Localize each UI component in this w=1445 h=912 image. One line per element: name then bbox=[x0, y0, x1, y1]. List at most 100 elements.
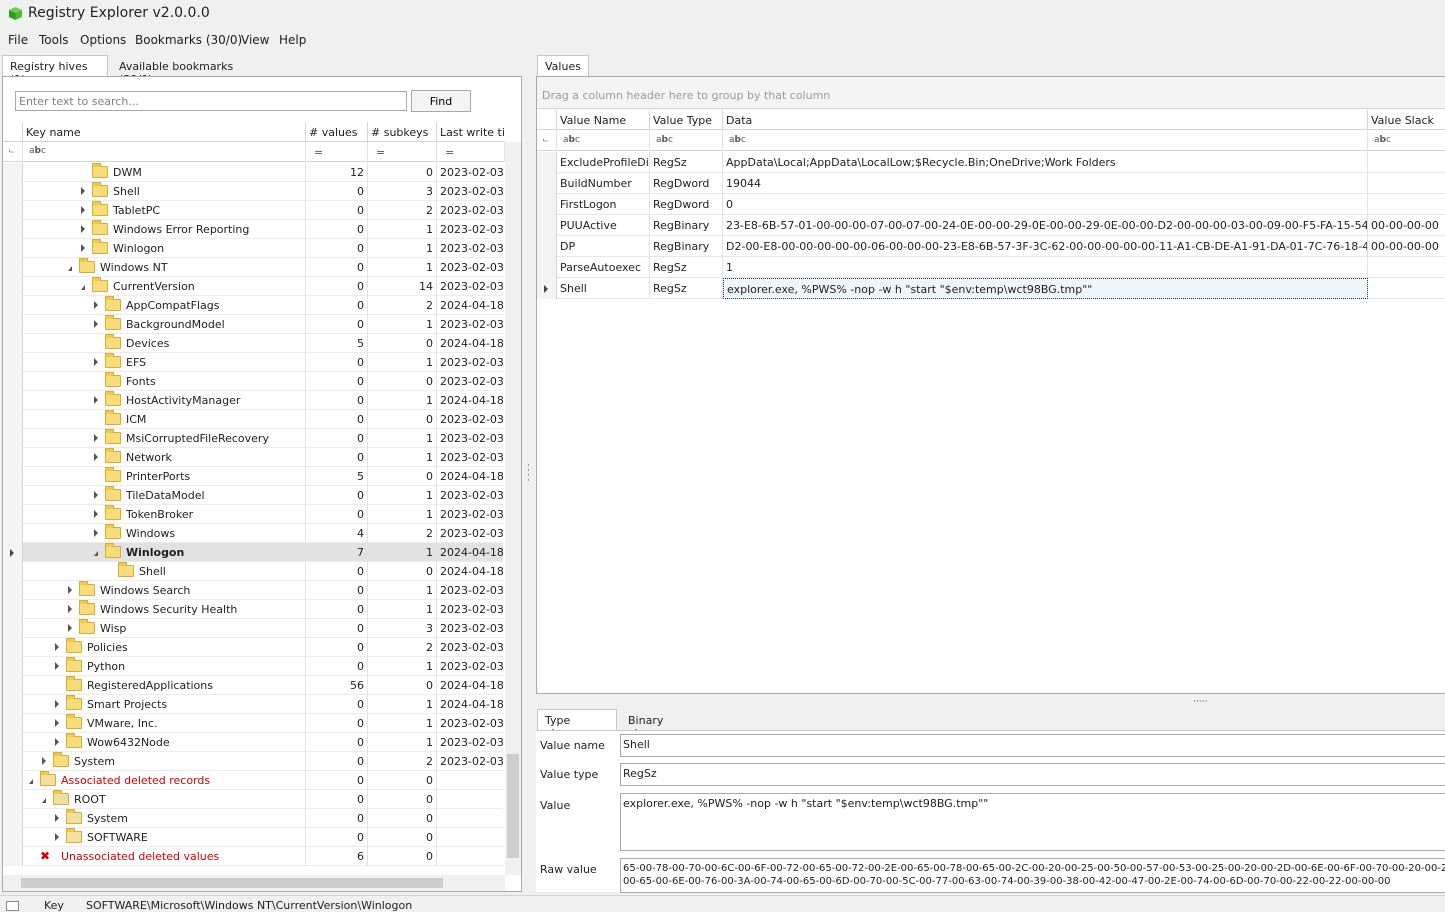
key-name-cell[interactable]: Wow6432Node bbox=[23, 733, 306, 752]
col-subkeys[interactable]: # subkeys bbox=[368, 122, 437, 142]
key-name-cell[interactable]: Smart Projects bbox=[23, 695, 306, 714]
tree-row[interactable]: Shell002024-04-18 1 bbox=[23, 562, 503, 581]
key-name-cell[interactable]: System bbox=[23, 752, 306, 771]
value-type-cell[interactable]: RegSz bbox=[650, 152, 723, 173]
value-data-cell[interactable]: 1 bbox=[723, 257, 1368, 278]
value-row[interactable]: BuildNumber RegDword 19044 bbox=[557, 173, 1445, 194]
key-name-cell[interactable]: EFS bbox=[23, 353, 306, 372]
value-slack-cell[interactable] bbox=[1368, 278, 1445, 299]
value-data-cell[interactable]: explorer.exe, %PWS% -nop -w h "start "$e… bbox=[723, 278, 1368, 299]
key-name-cell[interactable]: ROOT bbox=[23, 790, 306, 809]
tree-row[interactable]: TabletPC 022023-02-03 0 bbox=[23, 201, 503, 220]
tree-row[interactable]: Policies 022023-02-03 0 bbox=[23, 638, 503, 657]
key-name-cell[interactable]: VMware, Inc. bbox=[23, 714, 306, 733]
value-type-cell[interactable]: RegDword bbox=[650, 173, 723, 194]
collapse-arrow-icon[interactable] bbox=[42, 798, 46, 803]
key-name-cell[interactable]: Windows Search bbox=[23, 581, 306, 600]
tree-row[interactable]: ICM002023-02-03 0 bbox=[23, 410, 503, 429]
key-name-cell[interactable]: TabletPC bbox=[23, 201, 306, 220]
tree-row[interactable]: Wisp 032023-02-03 0 bbox=[23, 619, 503, 638]
search-input[interactable] bbox=[15, 91, 407, 111]
tree-row[interactable]: PrinterPorts 502024-04-18 1 bbox=[23, 467, 503, 486]
key-name-cell[interactable]: Associated deleted records bbox=[23, 771, 306, 790]
tree-vertical-scrollbar[interactable] bbox=[505, 142, 521, 875]
raw-value-field[interactable]: 65-00-78-00-70-00-6C-00-6F-00-72-00-65-0… bbox=[620, 858, 1445, 893]
value-type-cell[interactable]: RegBinary bbox=[650, 236, 723, 257]
key-name-cell[interactable]: Python bbox=[23, 657, 306, 676]
key-name-cell[interactable]: TokenBroker bbox=[23, 505, 306, 524]
key-name-cell[interactable]: ICM bbox=[23, 410, 306, 429]
tree-row[interactable]: SOFTWARE 0 0 bbox=[23, 828, 503, 847]
tree-row[interactable]: MsiCorruptedFileRecovery 012023-02-03 0 bbox=[23, 429, 503, 448]
expand-arrow-icon[interactable] bbox=[55, 662, 59, 670]
tree-row[interactable]: System 022023-02-03 0 bbox=[23, 752, 503, 771]
h-scrollbar-thumb[interactable] bbox=[21, 878, 443, 888]
key-name-cell[interactable]: ✖ Unassociated deleted values bbox=[23, 847, 306, 866]
tree-row[interactable]: ROOT 0 0 bbox=[23, 790, 503, 809]
value-data-cell[interactable]: 0 bbox=[723, 194, 1368, 215]
tree-row[interactable]: System 0 0 bbox=[23, 809, 503, 828]
tab-binary-viewer[interactable]: Binary viewer bbox=[620, 709, 700, 740]
key-name-cell[interactable]: MsiCorruptedFileRecovery bbox=[23, 429, 306, 448]
filter-key-name[interactable]: abc bbox=[23, 142, 306, 162]
expand-arrow-icon[interactable] bbox=[68, 605, 72, 613]
value-slack-cell[interactable] bbox=[1368, 173, 1445, 194]
expand-arrow-icon[interactable] bbox=[55, 700, 59, 708]
key-name-cell[interactable]: Winlogon bbox=[23, 543, 306, 562]
value-name-field[interactable]: Shell bbox=[620, 734, 1445, 757]
key-name-cell[interactable]: CurrentVersion bbox=[23, 277, 306, 296]
tree-row[interactable]: AppCompatFlags 022024-04-18 1 bbox=[23, 296, 503, 315]
collapse-arrow-icon[interactable] bbox=[94, 551, 98, 556]
tab-available-bookmarks[interactable]: Available bookmarks (30/0) bbox=[111, 55, 261, 86]
key-name-cell[interactable]: AppCompatFlags bbox=[23, 296, 306, 315]
tree-row[interactable]: Smart Projects 012024-04-18 1 bbox=[23, 695, 503, 714]
filter-last-write[interactable]: = bbox=[437, 142, 505, 162]
value-row[interactable]: Shell RegSz explorer.exe, %PWS% -nop -w h … bbox=[557, 278, 1445, 299]
value-type-cell[interactable]: RegSz bbox=[650, 257, 723, 278]
tab-registry-hives[interactable]: Registry hives (1) bbox=[2, 55, 108, 86]
key-name-cell[interactable]: DWM bbox=[23, 163, 306, 182]
value-slack-cell[interactable] bbox=[1368, 257, 1445, 278]
key-name-cell[interactable]: Shell bbox=[23, 562, 306, 581]
tree-row[interactable]: ✖ Unassociated deleted values 6 0 bbox=[23, 847, 503, 866]
key-name-cell[interactable]: Shell bbox=[23, 182, 306, 201]
value-name-cell[interactable]: ExcludeProfileDirs bbox=[557, 152, 650, 173]
expand-arrow-icon[interactable] bbox=[81, 225, 85, 233]
tree-horizontal-scrollbar[interactable] bbox=[3, 875, 505, 891]
tree-row[interactable]: Windows 422023-02-03 0 bbox=[23, 524, 503, 543]
expand-arrow-icon[interactable] bbox=[55, 814, 59, 822]
expand-arrow-icon[interactable] bbox=[55, 719, 59, 727]
tree-row[interactable]: Fonts002023-02-03 0 bbox=[23, 372, 503, 391]
value-type-cell[interactable]: RegBinary bbox=[650, 215, 723, 236]
tree-row[interactable]: Winlogon 712024-04-18 1 bbox=[23, 543, 503, 562]
expand-arrow-icon[interactable] bbox=[68, 624, 72, 632]
key-name-cell[interactable]: Windows Security Health bbox=[23, 600, 306, 619]
status-checkbox[interactable] bbox=[6, 901, 19, 911]
value-type-cell[interactable]: RegSz bbox=[650, 278, 723, 299]
value-name-cell[interactable]: BuildNumber bbox=[557, 173, 650, 194]
tree-row[interactable]: Wow6432Node 012023-02-03 0 bbox=[23, 733, 503, 752]
collapse-arrow-icon[interactable] bbox=[81, 285, 85, 290]
filter-data[interactable]: abc bbox=[723, 131, 1368, 151]
col-data[interactable]: Data bbox=[723, 110, 1368, 130]
key-name-cell[interactable]: RegisteredApplications bbox=[23, 676, 306, 695]
col-value-type[interactable]: Value Type bbox=[650, 110, 723, 130]
col-key-name[interactable]: Key name bbox=[23, 122, 306, 142]
key-name-cell[interactable]: Windows Error Reporting bbox=[23, 220, 306, 239]
key-name-cell[interactable]: Winlogon bbox=[23, 239, 306, 258]
value-data-cell[interactable]: D2-00-E8-00-00-00-00-00-06-00-00-00-23-E… bbox=[723, 236, 1368, 257]
key-name-cell[interactable]: Wisp bbox=[23, 619, 306, 638]
menu-tools[interactable]: Tools bbox=[39, 33, 69, 47]
key-name-cell[interactable]: PrinterPorts bbox=[23, 467, 306, 486]
tree-row[interactable]: Devices 502024-04-18 1 bbox=[23, 334, 503, 353]
value-name-cell[interactable]: DP bbox=[557, 236, 650, 257]
value-type-field[interactable]: RegSz bbox=[620, 763, 1445, 786]
expand-arrow-icon[interactable] bbox=[94, 301, 98, 309]
tree-row[interactable]: TokenBroker 012023-02-03 0 bbox=[23, 505, 503, 524]
value-row[interactable]: DP RegBinary D2-00-E8-00-00-00-00-00-06-00… bbox=[557, 236, 1445, 257]
menu-file[interactable]: File bbox=[8, 33, 28, 47]
tree-row[interactable]: HostActivityManager 012024-04-18 1 bbox=[23, 391, 503, 410]
expand-arrow-icon[interactable] bbox=[94, 453, 98, 461]
tree-row[interactable]: TileDataModel 012023-02-03 0 bbox=[23, 486, 503, 505]
expand-arrow-icon[interactable] bbox=[94, 358, 98, 366]
